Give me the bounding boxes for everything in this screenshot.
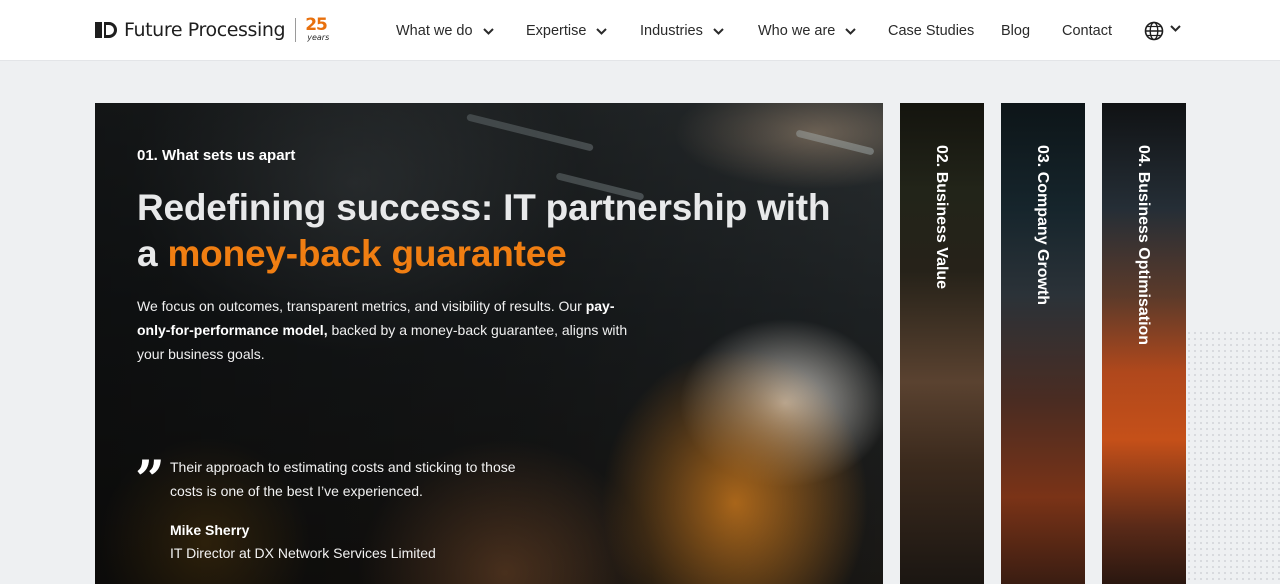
main-nav: What we do Expertise Industries Who we a… xyxy=(0,0,1280,61)
nav-label: What we do xyxy=(396,23,473,39)
nav-who-we-are[interactable]: Who we are xyxy=(758,21,857,41)
tab-business-value[interactable]: 02. Business Value xyxy=(900,103,984,584)
nav-label: Industries xyxy=(640,23,703,39)
testimonial-quote: Their approach to estimating costs and s… xyxy=(170,459,516,499)
nav-label: Expertise xyxy=(526,23,587,39)
nav-label: Case Studies xyxy=(888,23,975,39)
tab-label: 04. Business Optimisation xyxy=(1135,145,1152,346)
chevron-down-icon xyxy=(713,27,724,35)
nav-blog[interactable]: Blog xyxy=(1001,21,1030,41)
hero-panel-what-sets-us-apart: 01. What sets us apart Redefining succes… xyxy=(95,103,883,584)
globe-icon xyxy=(1144,21,1164,41)
hero-description: We focus on outcomes, transparent metric… xyxy=(137,294,647,366)
tab-label: 03. Company Growth xyxy=(1034,145,1051,306)
tab-business-optimisation[interactable]: 04. Business Optimisation xyxy=(1102,103,1186,584)
nav-what-we-do[interactable]: What we do xyxy=(396,21,494,41)
site-header: Future Processing 25 years What we do Ex… xyxy=(0,0,1280,61)
nav-label: Contact xyxy=(1062,23,1112,39)
language-selector[interactable] xyxy=(1144,21,1181,41)
decorative-dot-pattern xyxy=(1186,330,1280,584)
hero-title: Redefining success: IT partnership with … xyxy=(137,185,837,277)
chevron-down-icon xyxy=(482,27,494,35)
hero-eyebrow: 01. What sets us apart xyxy=(137,147,296,164)
chevron-down-icon xyxy=(596,27,608,35)
nav-contact[interactable]: Contact xyxy=(1062,21,1112,41)
nav-case-studies[interactable]: Case Studies xyxy=(888,21,974,41)
chevron-down-icon xyxy=(1170,24,1181,32)
hero-title-accent: money-back guarantee xyxy=(167,233,567,274)
chevron-down-icon xyxy=(845,27,857,35)
quote-icon: ” xyxy=(135,450,165,511)
nav-label: Blog xyxy=(1001,23,1031,39)
tab-company-growth[interactable]: 03. Company Growth xyxy=(1001,103,1085,584)
nav-industries[interactable]: Industries xyxy=(640,21,724,41)
testimonial-role: IT Director at DX Network Services Limit… xyxy=(170,545,436,561)
nav-label: Who we are xyxy=(758,23,836,39)
hero-desc-part1: We focus on outcomes, transparent metric… xyxy=(137,298,586,314)
testimonial-author: Mike Sherry xyxy=(170,522,250,538)
nav-expertise[interactable]: Expertise xyxy=(526,21,608,41)
tab-label: 02. Business Value xyxy=(933,145,950,290)
